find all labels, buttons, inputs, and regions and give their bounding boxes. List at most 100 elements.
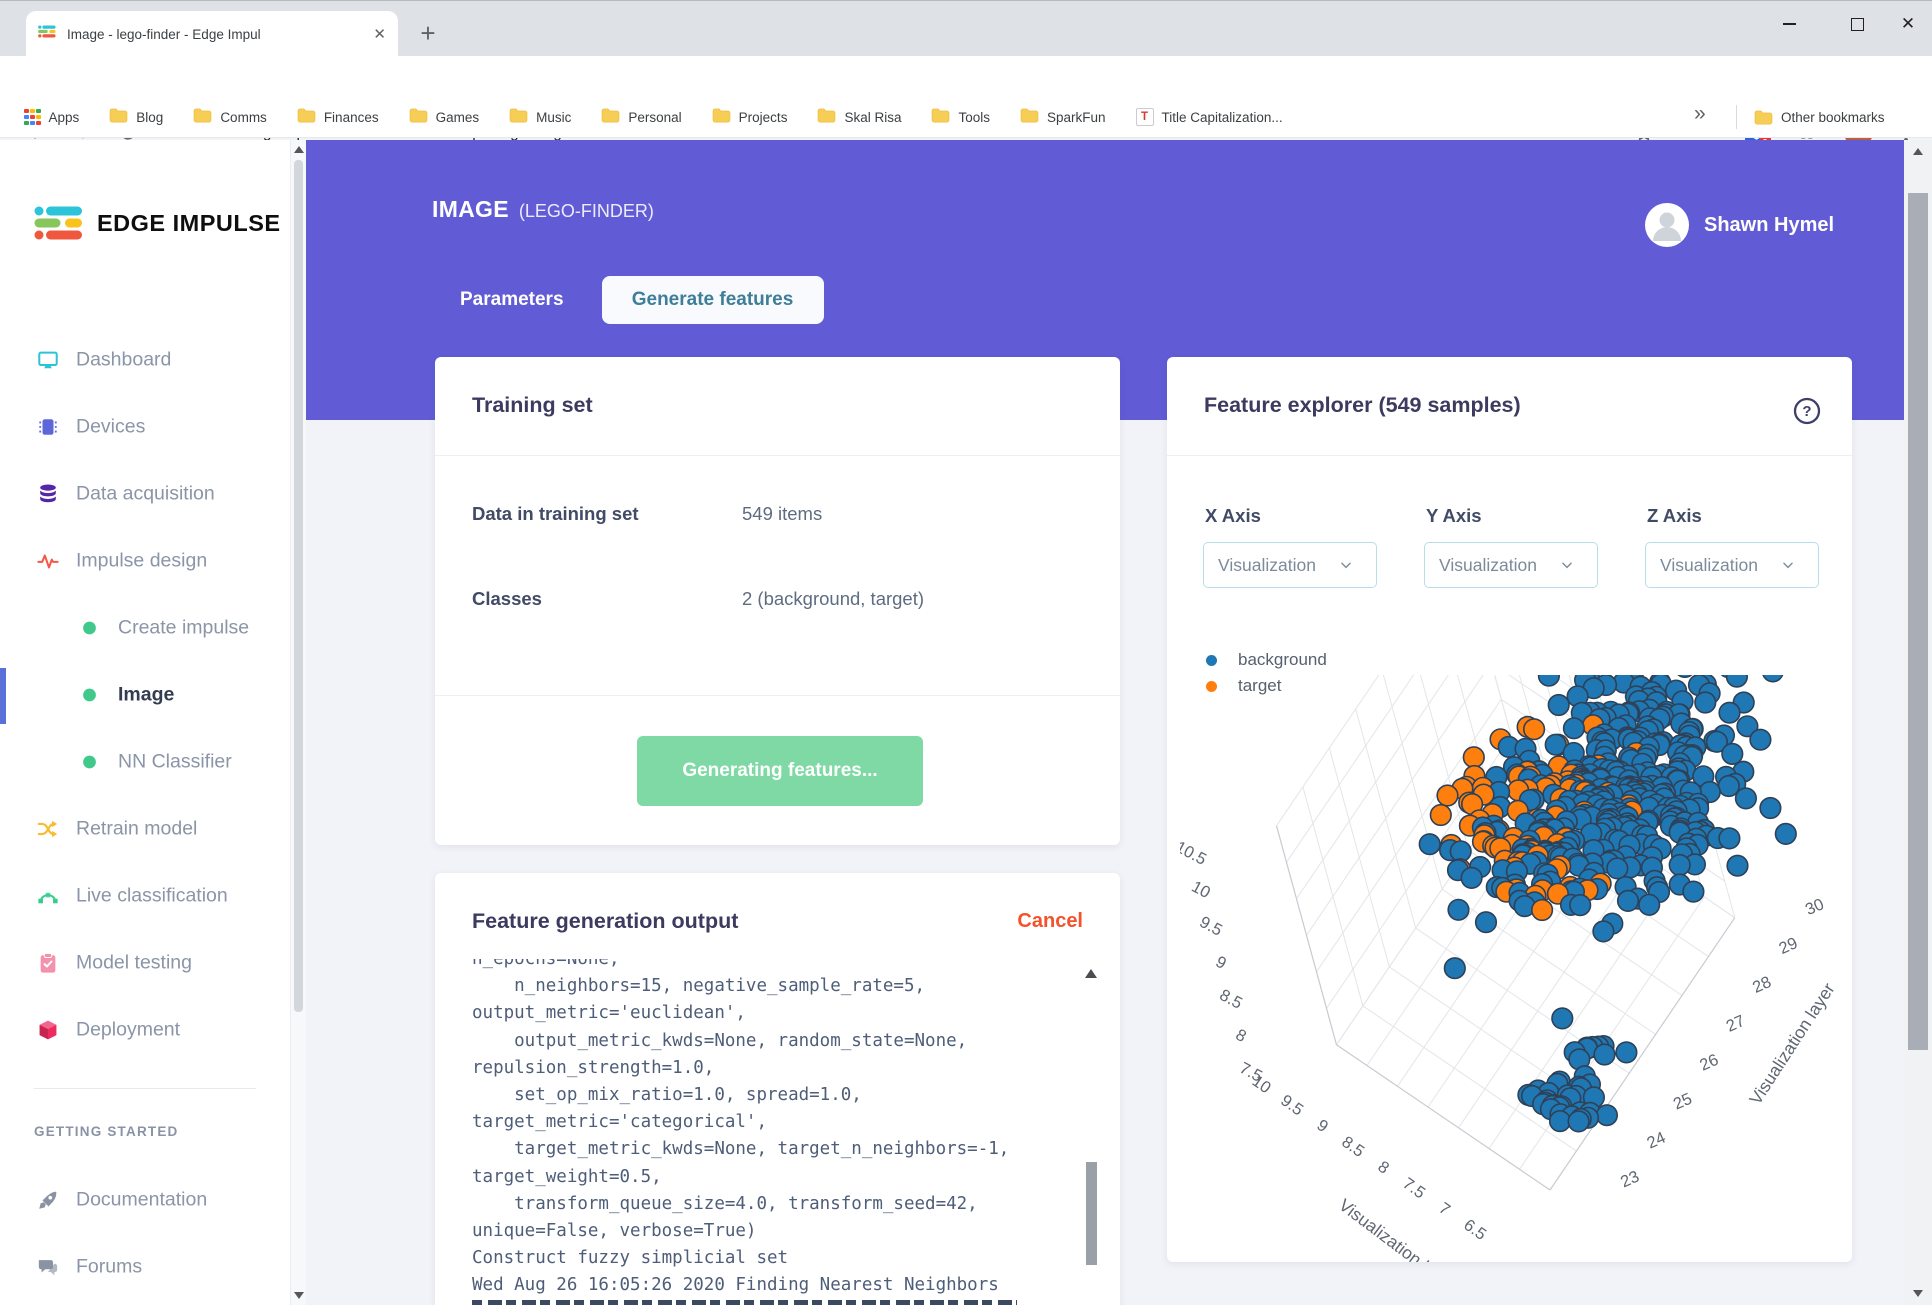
y-tick: 23 bbox=[1618, 1167, 1642, 1191]
feature-explorer-title: Feature explorer (549 samples) bbox=[1204, 393, 1521, 417]
sidebar-item-documentation[interactable]: Documentation bbox=[0, 1173, 290, 1227]
bookmarks-overflow-chevron[interactable]: » bbox=[1694, 102, 1706, 126]
tab-close-icon[interactable]: ✕ bbox=[373, 27, 386, 42]
bookmark-folder-blog[interactable]: Blog bbox=[109, 108, 163, 126]
x-tick: 7 bbox=[1435, 1199, 1453, 1219]
page-scrollbar-thumb[interactable] bbox=[1908, 193, 1928, 1050]
page-tabs: Parameters Generate features bbox=[438, 276, 824, 324]
y-tick: 29 bbox=[1776, 934, 1800, 958]
cancel-button[interactable]: Cancel bbox=[1017, 910, 1083, 933]
folder-icon bbox=[297, 108, 316, 126]
chevron-down-icon bbox=[1341, 562, 1351, 569]
chip-icon bbox=[36, 416, 60, 438]
feature-explorer-3d-plot[interactable]: 109.598.587.576.5302928272625242310.5109… bbox=[1180, 675, 1852, 1262]
logo-text: EDGE IMPULSE bbox=[97, 209, 281, 236]
bookmark-folder-skal-risa[interactable]: Skal Risa bbox=[817, 108, 901, 126]
y-axis-title: Visualization layer bbox=[1745, 979, 1839, 1108]
axis-block-x-axis: X Axis Visualization bbox=[1203, 505, 1377, 588]
bookmark-folder-projects[interactable]: Projects bbox=[712, 108, 787, 126]
sidebar-item-live-classification[interactable]: Live classification bbox=[0, 869, 290, 923]
sidebar-item-retrain-model[interactable]: Retrain model bbox=[0, 802, 290, 856]
waveform-icon bbox=[36, 550, 60, 572]
user-avatar bbox=[1645, 203, 1689, 247]
folder-icon bbox=[931, 108, 950, 126]
folder-icon bbox=[509, 108, 528, 126]
y-tick: 25 bbox=[1671, 1090, 1695, 1114]
bookmark-item-title-capitalization[interactable]: T Title Capitalization... bbox=[1135, 108, 1283, 126]
x-axis-select[interactable]: Visualization bbox=[1203, 542, 1377, 588]
legend-item-background[interactable]: background bbox=[1206, 647, 1327, 673]
bookmark-folder-finances[interactable]: Finances bbox=[297, 108, 379, 126]
window-minimize-button[interactable] bbox=[1762, 1, 1816, 47]
sidebar-section-label: GETTING STARTED bbox=[34, 1124, 179, 1139]
console-text: n_epochs=None, n_neighbors=15, negative_… bbox=[472, 959, 1010, 1296]
bookmark-folder-games[interactable]: Games bbox=[409, 108, 479, 126]
folder-icon bbox=[109, 108, 128, 126]
y-tick: 27 bbox=[1724, 1012, 1748, 1036]
sidebar-item-image[interactable]: Image bbox=[0, 668, 290, 722]
folder-icon bbox=[712, 108, 731, 126]
new-tab-button[interactable]: + bbox=[412, 17, 444, 49]
x-tick: 8.5 bbox=[1338, 1133, 1367, 1161]
y-tick: 26 bbox=[1697, 1051, 1721, 1075]
bookmark-item-apps[interactable]: Apps bbox=[24, 108, 79, 126]
sidebar-item-create-impulse[interactable]: Create impulse bbox=[0, 601, 290, 655]
console-scrollbar-thumb[interactable] bbox=[1086, 1162, 1097, 1265]
window-maximize-button[interactable] bbox=[1830, 1, 1884, 47]
user-name: Shawn Hymel bbox=[1704, 213, 1835, 236]
console-output[interactable]: n_epochs=None, n_neighbors=15, negative_… bbox=[455, 959, 1103, 1305]
z-axis-select[interactable]: Visualization bbox=[1645, 542, 1819, 588]
window-close-button[interactable]: ✕ bbox=[1884, 1, 1932, 47]
console-clipped-line bbox=[472, 1300, 1017, 1305]
page-scrollbar[interactable] bbox=[1904, 140, 1932, 1305]
help-icon[interactable]: ? bbox=[1793, 397, 1821, 430]
x-tick: 9 bbox=[1313, 1116, 1331, 1136]
x-tick: 6.5 bbox=[1460, 1216, 1489, 1244]
x-tick: 7.5 bbox=[1399, 1174, 1428, 1202]
training-row-label: Classes bbox=[472, 588, 542, 609]
console-scroll-up-icon[interactable] bbox=[1085, 969, 1097, 978]
title-capitalization-favicon: T bbox=[1135, 108, 1154, 126]
tab-title: Image - lego-finder - Edge Impul bbox=[67, 26, 261, 42]
edge-impulse-logo[interactable]: EDGE IMPULSE bbox=[34, 206, 281, 240]
sidebar-item-impulse-design[interactable]: Impulse design bbox=[0, 534, 290, 588]
sidebar-scrollbar-thumb[interactable] bbox=[294, 160, 303, 1012]
training-row-label: Data in training set bbox=[472, 503, 639, 524]
browser-window: Image - lego-finder - Edge Impul ✕ + ✕ s… bbox=[0, 0, 1932, 1305]
sidebar-scrollbar[interactable] bbox=[290, 140, 306, 1305]
y-tick: 30 bbox=[1803, 895, 1827, 919]
training-set-card: Training set Data in training set 549 it… bbox=[435, 357, 1120, 845]
z-tick: 8 bbox=[1233, 1026, 1250, 1046]
bookmark-folder-personal[interactable]: Personal bbox=[601, 108, 682, 126]
sidebar-item-data-acquisition[interactable]: Data acquisition bbox=[0, 467, 290, 521]
generating-features-button[interactable]: Generating features... bbox=[637, 736, 923, 806]
sidebar-item-nn-classifier[interactable]: NN Classifier bbox=[0, 735, 290, 789]
tab-parameters[interactable]: Parameters bbox=[438, 289, 586, 311]
browser-tab[interactable]: Image - lego-finder - Edge Impul ✕ bbox=[26, 11, 398, 57]
sidebar-item-deployment[interactable]: Deployment bbox=[0, 1003, 290, 1057]
y-axis-select[interactable]: Visualization bbox=[1424, 542, 1598, 588]
dot-icon bbox=[77, 754, 101, 771]
bookmark-folder-comms[interactable]: Comms bbox=[193, 108, 267, 126]
sidebar-item-devices[interactable]: Devices bbox=[0, 400, 290, 454]
bookmark-folder-music[interactable]: Music bbox=[509, 108, 571, 126]
axis-block-z-axis: Z Axis Visualization bbox=[1645, 505, 1819, 588]
other-bookmarks-folder[interactable]: Other bookmarks bbox=[1754, 96, 1885, 138]
sidebar-item-forums[interactable]: Forums bbox=[0, 1240, 290, 1294]
edge-impulse-favicon bbox=[38, 25, 57, 43]
tab-generate-features[interactable]: Generate features bbox=[601, 276, 824, 324]
sidebar-item-dashboard[interactable]: Dashboard bbox=[0, 333, 290, 387]
bookmark-folder-tools[interactable]: Tools bbox=[931, 108, 990, 126]
user-menu[interactable]: Shawn Hymel bbox=[1645, 203, 1834, 247]
folder-icon bbox=[817, 108, 836, 126]
apps-grid-icon bbox=[24, 108, 41, 126]
edge-impulse-logo-icon bbox=[34, 206, 82, 240]
folder-icon bbox=[601, 108, 620, 126]
cube-icon bbox=[36, 1019, 60, 1041]
sidebar-item-model-testing[interactable]: Model testing bbox=[0, 936, 290, 990]
feature-explorer-card: Feature explorer (549 samples) ? X Axis … bbox=[1167, 357, 1852, 1262]
x-tick: 8 bbox=[1374, 1158, 1392, 1178]
legend-dot bbox=[1206, 654, 1217, 666]
y-tick: 28 bbox=[1750, 973, 1774, 997]
bookmark-folder-sparkfun[interactable]: SparkFun bbox=[1020, 108, 1106, 126]
